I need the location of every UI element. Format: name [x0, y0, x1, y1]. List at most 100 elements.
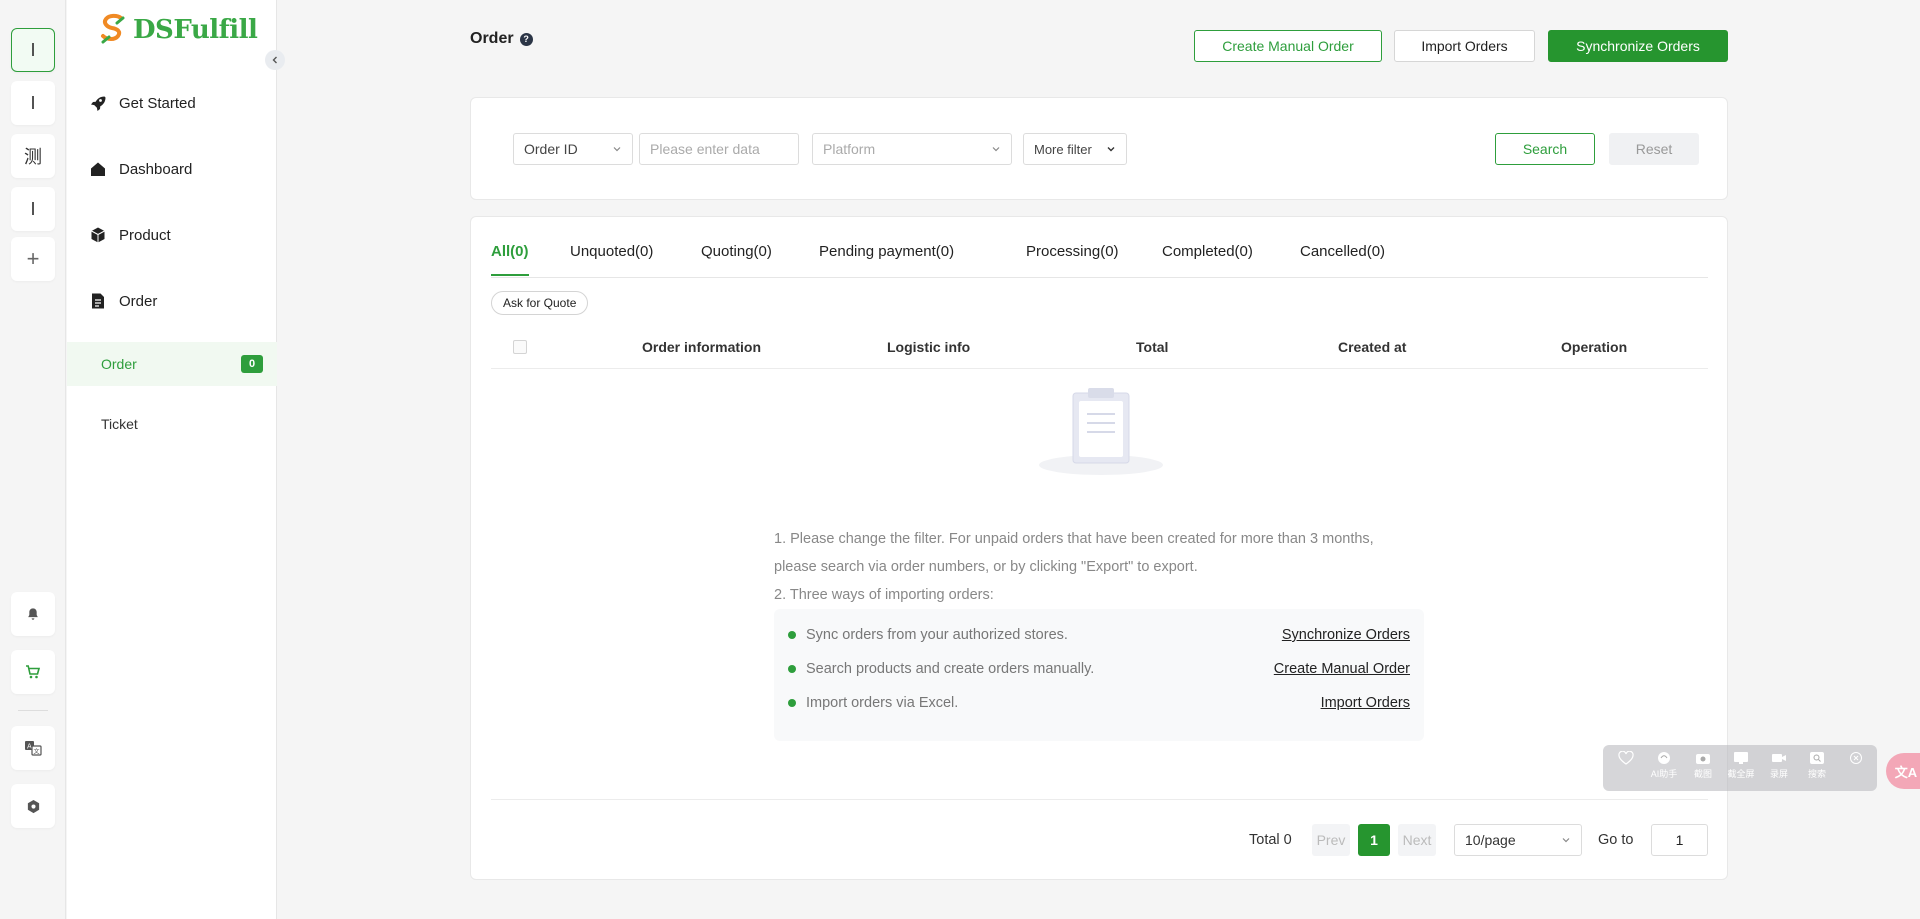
chevron-down-icon [992, 147, 1000, 152]
help-icon[interactable]: ? [519, 32, 533, 46]
box-icon [91, 227, 105, 243]
screenshot-button[interactable]: 截图 [1686, 751, 1720, 787]
rail-divider [18, 710, 48, 711]
column-created-at[interactable]: Created at [1338, 339, 1406, 355]
column-total[interactable]: Total [1136, 339, 1168, 355]
help-line: 1. Please change the filter. For unpaid … [774, 531, 1374, 547]
workspace-label: I [30, 198, 36, 219]
fullscreen-capture-button[interactable]: 截全屏 [1724, 751, 1758, 787]
search-input[interactable] [639, 133, 799, 165]
nav-product[interactable]: Product [67, 213, 277, 257]
sub-nav-label: Ticket [101, 416, 138, 432]
empty-clipboard-icon [1039, 388, 1163, 475]
video-icon [1772, 754, 1786, 762]
sidebar-item-order[interactable]: Order 0 [67, 342, 277, 386]
collapse-sidebar-button[interactable] [265, 50, 285, 70]
platform-select[interactable]: Platform [812, 133, 1012, 165]
create-manual-order-button[interactable]: Create Manual Order [1194, 30, 1382, 62]
cart-button[interactable] [11, 650, 55, 694]
table-header: Order information Logistic info Total Cr… [491, 325, 1708, 369]
column-order-information[interactable]: Order information [642, 339, 761, 355]
list-item: Import orders via Excel. Import Orders [788, 691, 1410, 715]
cart-icon [26, 665, 41, 679]
close-icon [1850, 752, 1862, 764]
select-placeholder: Platform [823, 141, 876, 157]
settings-button[interactable] [11, 784, 55, 828]
translate-float-button[interactable]: 文A [1886, 753, 1920, 789]
add-workspace-button[interactable]: + [11, 237, 55, 281]
tab-completed[interactable]: Completed(0) [1162, 243, 1253, 274]
nav-dashboard[interactable]: Dashboard [67, 147, 277, 191]
tab-processing[interactable]: Processing(0) [1026, 243, 1119, 274]
order-field-select[interactable]: Order ID [513, 133, 633, 165]
reset-button[interactable]: Reset [1609, 133, 1699, 165]
search-button[interactable]: Search [1495, 133, 1595, 165]
chevron-down-icon [613, 147, 621, 152]
tab-cancelled[interactable]: Cancelled(0) [1300, 243, 1385, 274]
bullet-dot [788, 665, 796, 673]
tab-unquoted[interactable]: Unquoted(0) [570, 243, 653, 274]
import-methods-box: Sync orders from your authorized stores.… [774, 609, 1424, 741]
goto-label: Go to [1598, 832, 1634, 848]
nav-label: Order [119, 292, 158, 310]
chevron-down-icon [1562, 838, 1570, 843]
sidebar: DSFulfill Get Started Dashboard Product … [67, 0, 285, 919]
order-status-tabs: All(0) Unquoted(0) Quoting(0) Pending pa… [491, 217, 1708, 278]
prev-page-button[interactable]: Prev [1312, 824, 1350, 856]
tab-quoting[interactable]: Quoting(0) [701, 243, 772, 274]
ask-for-quote-button[interactable]: Ask for Quote [491, 291, 589, 315]
chevron-down-icon [1107, 147, 1115, 152]
tip-text: Sync orders from your authorized stores. [806, 627, 1068, 643]
workspace-button-4[interactable]: I [11, 187, 55, 231]
toolbar-label: 录屏 [1769, 769, 1788, 779]
sub-nav-label: Order [101, 356, 137, 372]
plus-icon: + [26, 246, 40, 271]
nav-get-started[interactable]: Get Started [67, 81, 277, 125]
create-manual-order-link[interactable]: Create Manual Order [1274, 661, 1410, 677]
workspace-label: I [30, 39, 36, 60]
logo[interactable]: DSFulfill [95, 12, 258, 48]
notification-button[interactable] [11, 592, 55, 636]
next-page-button[interactable]: Next [1398, 824, 1436, 856]
page-title: Order ? [470, 30, 533, 48]
toolbar-label: 截图 [1693, 769, 1712, 779]
tip-text: Search products and create orders manual… [806, 661, 1095, 677]
list-item: Search products and create orders manual… [788, 657, 1410, 681]
sidebar-item-ticket[interactable]: Ticket [67, 402, 277, 446]
column-logistic-info[interactable]: Logistic info [887, 339, 970, 355]
select-value: Order ID [524, 141, 578, 157]
import-orders-link[interactable]: Import Orders [1321, 695, 1410, 711]
workspace-label: I [30, 92, 36, 113]
image-search-button[interactable]: 搜索 [1800, 751, 1834, 787]
translate-button[interactable]: A文 [11, 726, 55, 770]
column-operation[interactable]: Operation [1561, 339, 1627, 355]
goto-page-input[interactable] [1651, 824, 1708, 856]
bell-icon [28, 608, 38, 620]
chevron-left-icon [272, 56, 277, 64]
nav-label: Product [119, 226, 171, 244]
tab-all[interactable]: All(0) [491, 243, 529, 276]
page-size-select[interactable]: 10/page [1454, 824, 1582, 856]
workspace-label: 测 [24, 147, 42, 167]
workspace-rail: I I 测 I + A文 [0, 0, 66, 919]
workspace-button-3[interactable]: 测 [11, 134, 55, 178]
nav-order[interactable]: Order [67, 279, 277, 323]
close-toolbar-button[interactable] [1839, 751, 1873, 787]
more-filter-label: More filter [1034, 141, 1092, 157]
more-filter-button[interactable]: More filter [1023, 133, 1127, 165]
monitor-icon [1734, 752, 1748, 764]
record-screen-button[interactable]: 录屏 [1762, 751, 1796, 787]
synchronize-orders-link[interactable]: Synchronize Orders [1282, 627, 1410, 643]
orders-panel: All(0) Unquoted(0) Quoting(0) Pending pa… [470, 216, 1728, 880]
tab-pending-payment[interactable]: Pending payment(0) [819, 243, 954, 274]
tip-text: Import orders via Excel. [806, 695, 959, 711]
empty-state-help: 1. Please change the filter. For unpaid … [774, 525, 1454, 609]
import-orders-button[interactable]: Import Orders [1394, 30, 1535, 62]
select-all-checkbox[interactable] [513, 340, 527, 354]
synchronize-orders-button[interactable]: Synchronize Orders [1548, 30, 1728, 62]
ai-assistant-button[interactable]: AI助手 [1647, 751, 1681, 787]
workspace-button-2[interactable]: I [11, 81, 55, 125]
favorite-button[interactable] [1609, 751, 1643, 787]
workspace-button-1[interactable]: I [11, 28, 55, 72]
page-1-button[interactable]: 1 [1358, 824, 1390, 856]
